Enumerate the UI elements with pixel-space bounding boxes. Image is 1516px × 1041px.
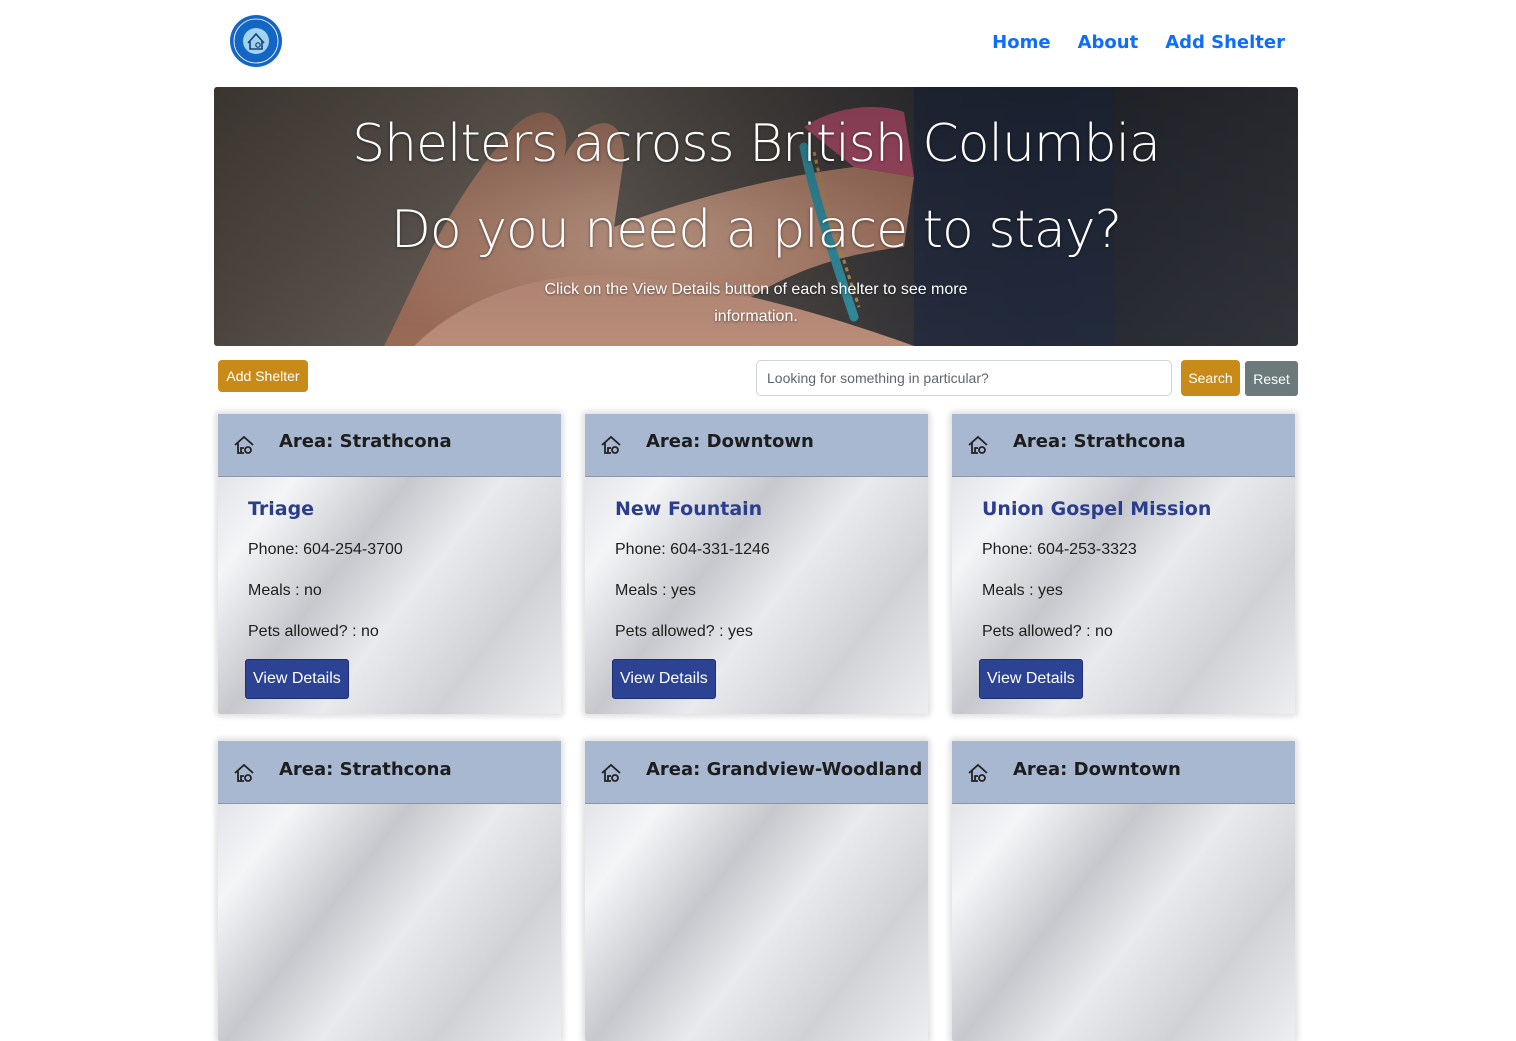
view-details-button[interactable]: View Details bbox=[245, 659, 349, 699]
card-header: Area: Strathcona bbox=[952, 414, 1295, 477]
shelter-pets: Pets allowed? : no bbox=[982, 623, 1113, 640]
shelter-card: Area: Downtown bbox=[952, 741, 1295, 1041]
house-icon bbox=[968, 763, 988, 782]
area-label: Area: Strathcona bbox=[1013, 431, 1186, 452]
area-label: Area: Downtown bbox=[1013, 759, 1181, 780]
navbar: Home About Add Shelter bbox=[0, 0, 1516, 86]
card-header: Area: Strathcona bbox=[218, 414, 561, 477]
shelter-meals: Meals : yes bbox=[982, 582, 1063, 599]
nav-home-link[interactable]: Home bbox=[992, 32, 1050, 53]
site-logo[interactable] bbox=[229, 13, 283, 71]
shelter-pets: Pets allowed? : yes bbox=[615, 623, 753, 640]
search-input[interactable] bbox=[756, 360, 1172, 396]
shelter-name: New Fountain bbox=[615, 498, 763, 520]
view-details-button[interactable]: View Details bbox=[979, 659, 1083, 699]
shelter-card: Area: Strathcona Triage Phone: 604-254-3… bbox=[218, 414, 561, 714]
house-icon bbox=[234, 435, 254, 454]
view-details-button[interactable]: View Details bbox=[612, 659, 716, 699]
shelter-card: Area: Strathcona Union Gospel Mission Ph… bbox=[952, 414, 1295, 714]
card-header: Area: Downtown bbox=[585, 414, 928, 477]
shelter-phone: Phone: 604-253-3323 bbox=[982, 541, 1137, 558]
nav-add-shelter-link[interactable]: Add Shelter bbox=[1165, 32, 1285, 53]
area-label: Area: Grandview-Woodland bbox=[646, 759, 923, 780]
hero-banner: Shelters across British Columbia Do you … bbox=[214, 87, 1298, 346]
nav-about-link[interactable]: About bbox=[1078, 32, 1139, 53]
hero-description-line-2: information. bbox=[714, 308, 798, 325]
house-icon bbox=[601, 763, 621, 782]
reset-button[interactable]: Reset bbox=[1245, 361, 1298, 396]
shelter-name: Triage bbox=[248, 498, 315, 520]
shelter-pets: Pets allowed? : no bbox=[248, 623, 379, 640]
shelter-card: Area: Grandview-Woodland bbox=[585, 741, 928, 1041]
house-icon bbox=[234, 763, 254, 782]
hero-subtitle: Do you need a place to stay? bbox=[390, 200, 1122, 260]
shelter-card: Area: Strathcona bbox=[218, 741, 561, 1041]
area-label: Area: Strathcona bbox=[279, 759, 452, 780]
shelter-card: Area: Downtown New Fountain Phone: 604-3… bbox=[585, 414, 928, 714]
area-label: Area: Strathcona bbox=[279, 431, 452, 452]
shelter-phone: Phone: 604-254-3700 bbox=[248, 541, 403, 558]
hero-title: Shelters across British Columbia bbox=[352, 114, 1161, 174]
house-icon bbox=[968, 435, 988, 454]
shelter-name: Union Gospel Mission bbox=[982, 498, 1212, 520]
shelter-phone: Phone: 604-331-1246 bbox=[615, 541, 770, 558]
shelter-meals: Meals : yes bbox=[615, 582, 696, 599]
area-label: Area: Downtown bbox=[646, 431, 814, 452]
hero-description: Click on the View Details button of each… bbox=[214, 276, 1298, 330]
house-icon bbox=[601, 435, 621, 454]
hero-description-line-1: Click on the View Details button of each… bbox=[544, 281, 968, 298]
search-button[interactable]: Search bbox=[1181, 360, 1240, 396]
add-shelter-button[interactable]: Add Shelter bbox=[218, 360, 308, 392]
shelter-meals: Meals : no bbox=[248, 582, 322, 599]
